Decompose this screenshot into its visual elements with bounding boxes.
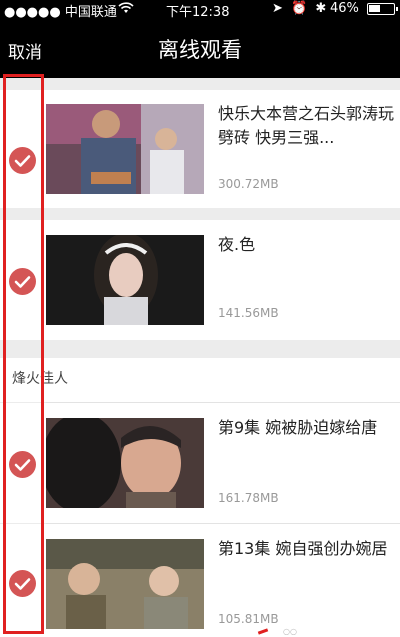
video-size: 300.72MB	[218, 177, 279, 191]
offline-video-list: 快乐大本营之石头郭涛玩劈砖 快男三强... 300.72MB 夜.色 141.5…	[0, 78, 400, 637]
video-title: 第9集 婉被胁迫嫁给唐	[218, 418, 378, 437]
checked-icon[interactable]	[9, 147, 36, 174]
list-item[interactable]: 第9集 婉被胁迫嫁给唐 161.78MB	[0, 403, 400, 523]
battery-icon	[367, 3, 398, 15]
checked-icon[interactable]	[9, 268, 36, 295]
list-item[interactable]: 夜.色 141.56MB	[0, 220, 400, 340]
video-title: 夜.色	[218, 235, 256, 254]
status-bar: ●●●●● 中国联通 下午12:38 ➤ ⏰ ✱ 46%	[0, 0, 400, 20]
list-item[interactable]: 快乐大本营之石头郭涛玩劈砖 快男三强... 300.72MB	[0, 90, 400, 208]
video-size: 161.78MB	[218, 491, 279, 505]
checked-icon[interactable]	[9, 570, 36, 597]
nav-bar: 取消 离线观看	[0, 18, 400, 78]
page-indicator: ○○	[283, 627, 297, 636]
checked-icon[interactable]	[9, 451, 36, 478]
list-item[interactable]: 第13集 婉自强创办婉居 105.81MB	[0, 524, 400, 637]
battery-percent: 46%	[330, 1, 359, 16]
system-status-icons: ➤ ⏰ ✱	[272, 1, 329, 16]
wifi-icon	[118, 1, 134, 19]
video-thumbnail[interactable]	[46, 418, 204, 508]
video-size: 141.56MB	[218, 306, 279, 320]
video-size: 105.81MB	[218, 612, 279, 626]
section-header: 烽火佳人	[0, 358, 400, 402]
page-title: 离线观看	[158, 38, 242, 62]
video-thumbnail[interactable]	[46, 539, 204, 629]
video-title: 第13集 婉自强创办婉居	[218, 539, 388, 558]
section-title: 烽火佳人	[12, 371, 68, 387]
video-title: 快乐大本营之石头郭涛玩劈砖 快男三强...	[218, 104, 395, 147]
video-thumbnail[interactable]	[46, 104, 204, 194]
video-thumbnail[interactable]	[46, 235, 204, 325]
